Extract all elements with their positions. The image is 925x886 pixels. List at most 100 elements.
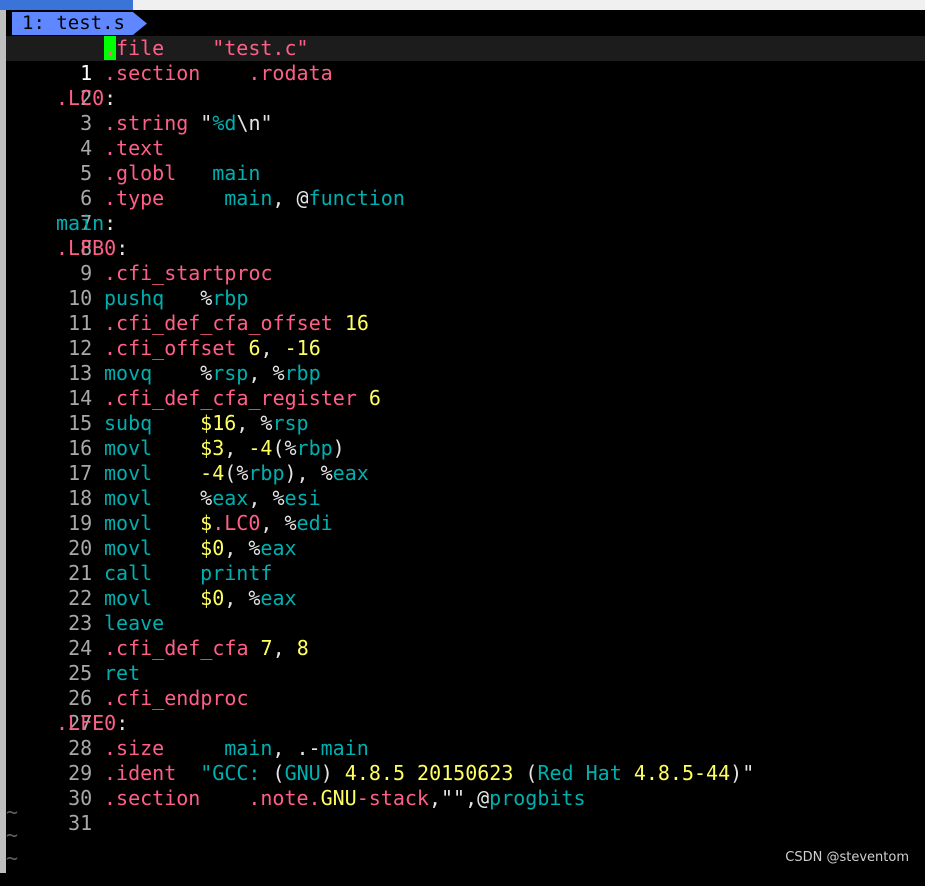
window-tab-accent [0,0,133,10]
punct: ) [730,761,743,785]
line-number: 31 [68,811,93,835]
punct: , [248,486,261,510]
instruction: movl [104,586,153,610]
code-line[interactable]: 23 movl $0, %eax [6,586,925,635]
punct: , [236,411,249,435]
symbol: main [320,736,369,760]
number: 8 [296,636,309,660]
immediate: $0 [200,536,225,560]
directive: .text [104,136,165,160]
code-line[interactable]: 21 movl $0, %eax [6,536,925,585]
empty-line-tilde: ~ [6,846,19,870]
code-line[interactable]: 12 .cfi_def_cfa_offset 16 [6,311,925,360]
register: eax [332,461,369,485]
punct: , [272,636,285,660]
code-line[interactable]: 6 .globl main [6,161,925,210]
code-line[interactable]: 16 subq $16, %rsp [6,411,925,460]
immediate: $ [200,511,213,535]
label-ref: .LC0 [212,511,261,535]
line-code: .cfi_def_cfa_offset 16 [56,311,369,336]
code-line[interactable]: 2 .section .rodata [6,61,925,110]
code-line[interactable]: 1 .file "test.c" [6,36,925,85]
buffer-tab-test-s[interactable]: 1: test.s [12,12,147,35]
directive: .size [104,736,165,760]
code-line[interactable]: 8 main: [6,211,925,260]
line-code: .string "%d\n" [56,111,273,136]
line-code: movl $3, -4(%rbp) [56,436,345,461]
number: 4.8.5-44 [633,761,731,785]
code-line[interactable]: 26 ret [6,661,925,710]
punct: ( [272,436,285,460]
code-line[interactable]: 22 call printf [6,561,925,610]
instruction: movl [104,461,153,485]
code-line[interactable]: 7 .type main, @function [6,186,925,235]
code-line[interactable]: 27 .cfi_endproc [6,686,925,735]
code-line[interactable]: 15 .cfi_def_cfa_register 6 [6,386,925,435]
directive: .cfi_def_cfa_register [104,386,357,410]
code-line[interactable]: 4 .string "%d\n" [6,111,925,160]
section-name: .note. [248,786,321,810]
line-code: .globl main [56,161,260,186]
punct: " [742,761,755,785]
line-code: .file "test.c" [56,36,309,61]
register: rbp [296,436,333,460]
punct: " [200,111,213,135]
line-code: .LFE0: [56,711,128,736]
line-code: movl %eax, %esi [56,486,321,511]
line-code: call printf [56,561,272,586]
line-code: .section .rodata [56,61,333,86]
immediate: $3 [200,436,225,460]
code-line[interactable]: 9 .LFB0: [6,236,925,285]
punct: % [236,461,249,485]
code-line[interactable]: 31 .section .note.GNU-stack,"",@progbits [6,786,925,835]
line-code: .text [56,136,164,161]
code-line[interactable]: 17 movl $3, -4(%rbp) [6,436,925,485]
register: eax [212,486,249,510]
code-line[interactable]: 28 .LFE0: [6,711,925,760]
code-line[interactable]: 5 .text [6,136,925,185]
label: .LFB0 [56,236,117,260]
line-code: movl $0, %eax [56,586,297,611]
directive: .type [104,186,165,210]
code-line[interactable]: 30 .ident "GCC: (GNU) 4.8.5 20150623 (Red… [6,761,925,810]
punct: ,"", [428,786,478,810]
punct: % [200,486,213,510]
punct: , [260,511,273,535]
empty-line-tilde: ~ [6,823,19,847]
instruction: ret [104,661,141,685]
code-line[interactable]: 20 movl $.LC0, %edi [6,511,925,560]
punct: % [248,586,261,610]
line-code: pushq %rbp [56,286,248,311]
section-name: -stack [356,786,429,810]
line-code: .type main, @function [56,186,405,211]
register: edi [296,511,333,535]
number: 7 [260,636,273,660]
code-line[interactable]: 19 movl %eax, %esi [6,486,925,535]
punct: ) [320,761,333,785]
string-literal: Red Hat [537,761,622,785]
window-top-strip [0,0,925,10]
code-line[interactable]: 24 leave [6,611,925,660]
directive: .string [104,111,189,135]
section-name: GNU [320,786,357,810]
code-line[interactable]: 13 .cfi_offset 6, -16 [6,336,925,385]
code-line[interactable]: 14 movq %rsp, %rbp [6,361,925,410]
code-line[interactable]: 29 .size main, .-main [6,736,925,785]
instruction: subq [104,411,153,435]
symbol: main [212,161,261,185]
number: 16 [344,311,369,335]
code-line[interactable]: 3 .LC0: [6,86,925,135]
register: rsp [212,361,249,385]
punct: % [284,436,297,460]
register: esi [284,486,321,510]
instruction: movl [104,511,153,535]
editor-area[interactable]: 1 .file "test.c" 2 .section .rodata 3 .LC0… [6,36,925,873]
line-code: .LC0: [56,86,116,111]
punct: : [104,211,117,235]
register: rbp [284,361,321,385]
code-line[interactable]: 10 .cfi_startproc [6,261,925,310]
code-line[interactable]: 11 pushq %rbp [6,286,925,335]
code-line[interactable]: 18 movl -4(%rbp), %eax [6,461,925,510]
punct: : [116,711,129,735]
code-line[interactable]: 25 .cfi_def_cfa 7, 8 [6,636,925,685]
